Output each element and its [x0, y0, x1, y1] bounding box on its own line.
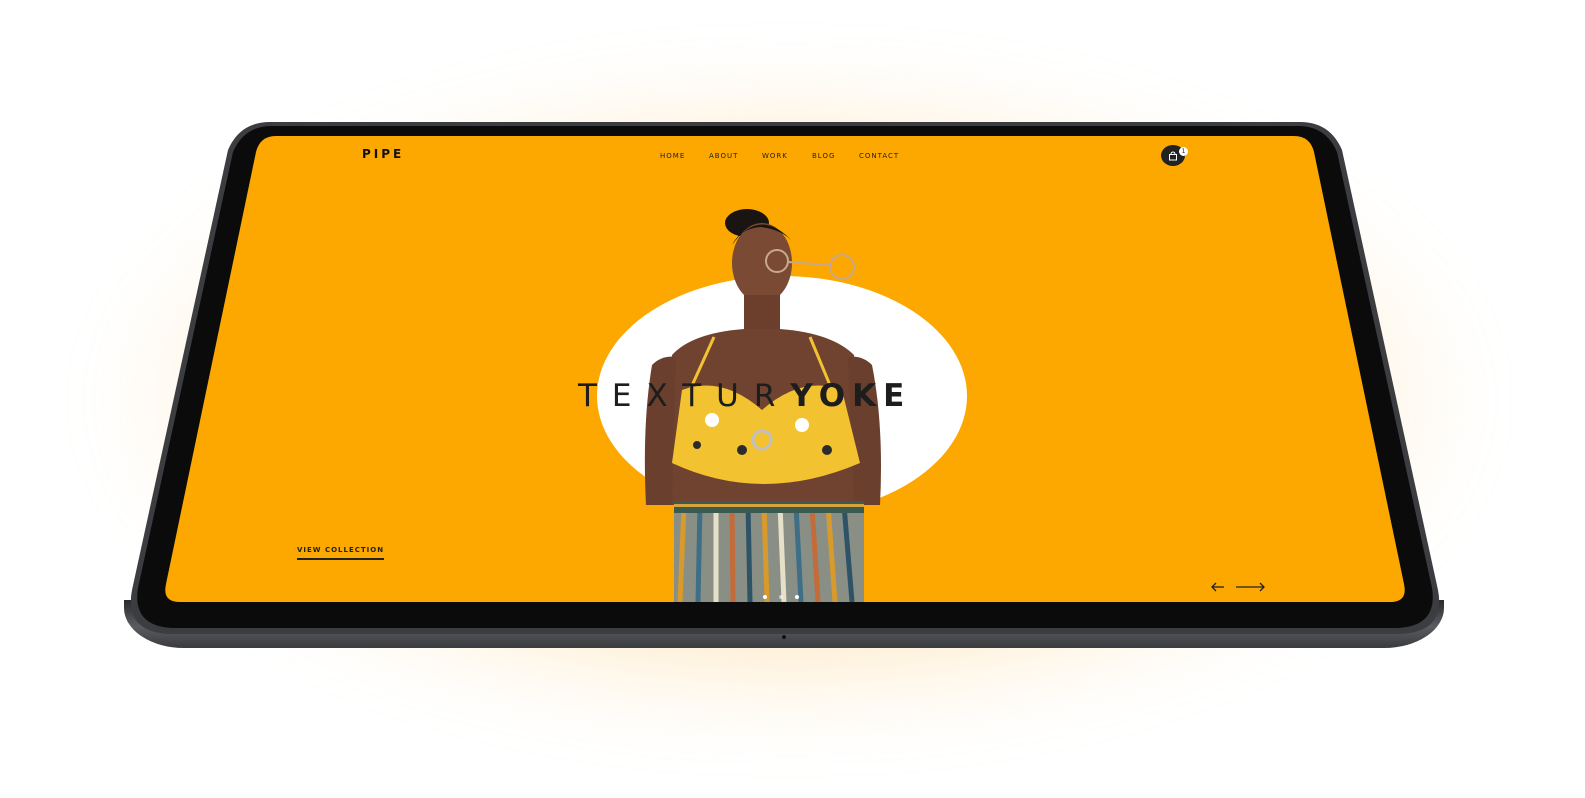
nav-blog[interactable]: BLOG: [812, 152, 835, 160]
nav-work[interactable]: WORK: [762, 152, 788, 160]
website-screen: TEXTURYOKE PIPE HOME ABOUT WORK BLOG CON…: [0, 0, 1585, 798]
hero-title-bold: YOKE: [790, 378, 912, 414]
nav-home[interactable]: HOME: [660, 152, 685, 160]
hero-title: TEXTURYOKE: [578, 378, 911, 414]
slide-dot[interactable]: [795, 595, 799, 599]
slider-dots: [763, 595, 799, 599]
slide-dot[interactable]: [779, 595, 783, 599]
cart-button[interactable]: 1: [1161, 145, 1191, 166]
arrow-left-icon[interactable]: [1211, 582, 1224, 592]
camera-dot: [782, 635, 786, 639]
nav-contact[interactable]: CONTACT: [859, 152, 899, 160]
main-nav: HOME ABOUT WORK BLOG CONTACT: [0, 152, 1585, 164]
arrow-right-icon[interactable]: [1236, 582, 1265, 592]
slide-dot[interactable]: [763, 595, 767, 599]
nav-about[interactable]: ABOUT: [709, 152, 738, 160]
hero-title-light: TEXTUR: [578, 378, 791, 414]
slider-arrows: [1211, 582, 1265, 592]
view-collection-link[interactable]: VIEW COLLECTION: [297, 546, 385, 560]
cart-count-badge: 1: [1179, 147, 1188, 156]
